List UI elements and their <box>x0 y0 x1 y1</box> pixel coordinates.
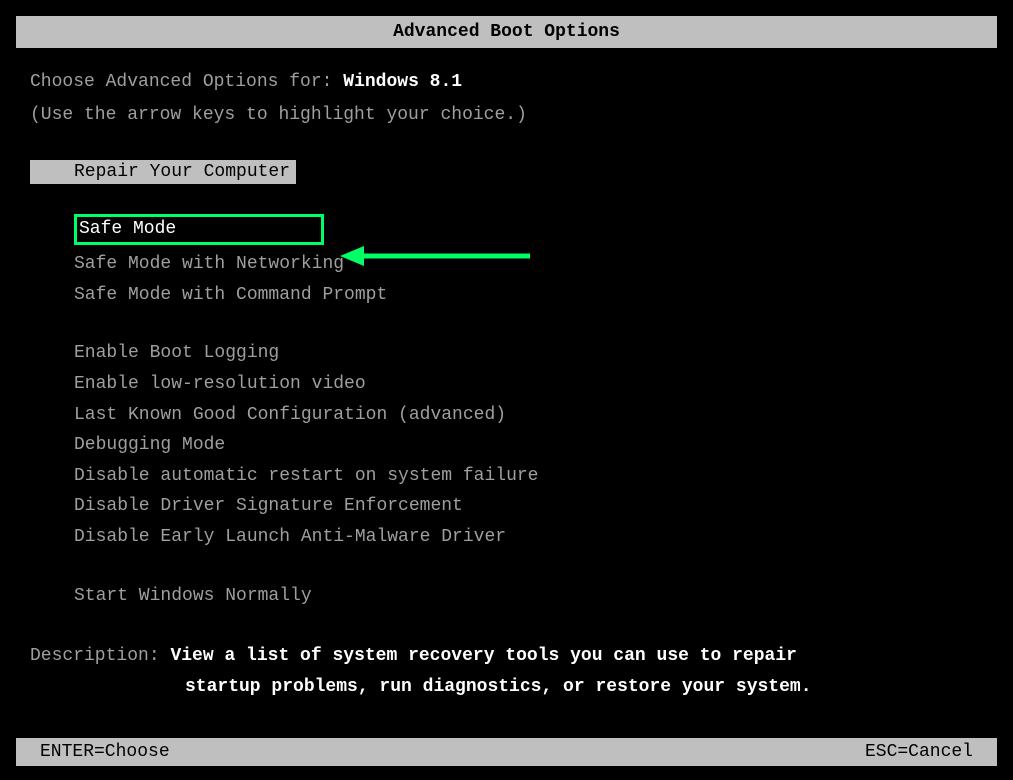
menu-disable-driver-signature[interactable]: Disable Driver Signature Enforcement <box>74 491 983 522</box>
menu-last-known-good[interactable]: Last Known Good Configuration (advanced) <box>74 400 983 431</box>
boot-menu-list: Safe Mode Safe Mode with Networking Safe… <box>30 214 983 612</box>
footer-esc: ESC=Cancel <box>865 742 973 762</box>
os-name: Windows 8.1 <box>343 72 462 92</box>
menu-debugging-mode[interactable]: Debugging Mode <box>74 430 983 461</box>
menu-boot-logging[interactable]: Enable Boot Logging <box>74 338 983 369</box>
choose-label: Choose Advanced Options for: <box>30 72 343 92</box>
main-content: Choose Advanced Options for: Windows 8.1… <box>0 48 1013 702</box>
menu-safe-mode-networking[interactable]: Safe Mode with Networking <box>74 249 983 280</box>
menu-safe-mode-command-prompt[interactable]: Safe Mode with Command Prompt <box>74 280 983 311</box>
menu-low-res-video[interactable]: Enable low-resolution video <box>74 369 983 400</box>
menu-spacer <box>74 553 983 581</box>
menu-disable-auto-restart[interactable]: Disable automatic restart on system fail… <box>74 461 983 492</box>
choose-options-line: Choose Advanced Options for: Windows 8.1 <box>30 68 983 97</box>
menu-start-normally[interactable]: Start Windows Normally <box>74 581 983 612</box>
footer-bar: ENTER=Choose ESC=Cancel <box>16 738 997 766</box>
repair-your-computer[interactable]: Repair Your Computer <box>30 160 296 184</box>
description-text-2: startup problems, run diagnostics, or re… <box>30 672 983 703</box>
menu-safe-mode[interactable]: Safe Mode <box>74 214 324 246</box>
menu-disable-anti-malware[interactable]: Disable Early Launch Anti-Malware Driver <box>74 522 983 553</box>
footer-enter: ENTER=Choose <box>40 742 170 762</box>
description-block: Description: View a list of system recov… <box>30 641 983 702</box>
description-label: Description: <box>30 646 170 666</box>
hint-line: (Use the arrow keys to highlight your ch… <box>30 101 983 130</box>
menu-spacer <box>74 310 983 338</box>
description-text-1: View a list of system recovery tools you… <box>170 646 797 666</box>
title-text: Advanced Boot Options <box>393 22 620 42</box>
title-bar: Advanced Boot Options <box>16 16 997 48</box>
